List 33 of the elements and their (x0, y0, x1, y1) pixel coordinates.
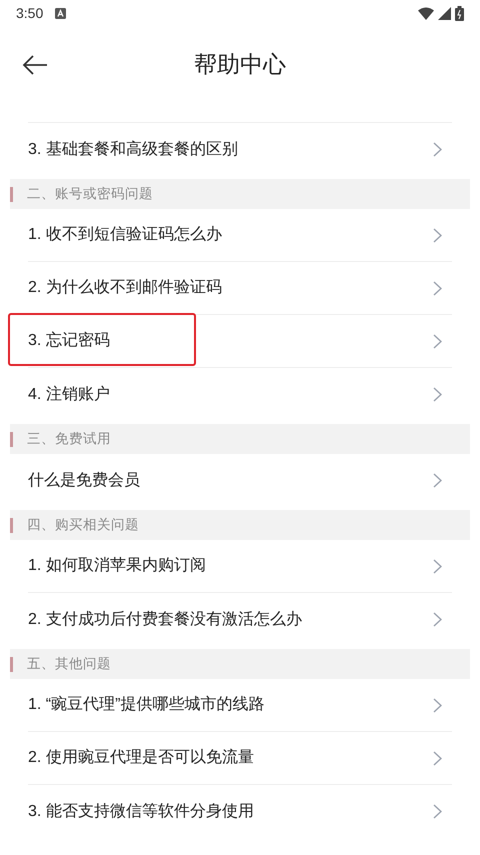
chevron-right-icon (433, 804, 442, 819)
faq-item-link[interactable]: 3. 基础套餐和高级套餐的区别 (28, 138, 238, 162)
chevron-right-icon (433, 750, 442, 766)
chevron-right-icon (433, 228, 442, 242)
faq-item-link[interactable]: 2. 支付成功后付费套餐没有激活怎么办 (28, 608, 302, 632)
faq-item-link[interactable]: 2. 为什么收不到邮件验证码 (28, 276, 222, 300)
section-title: 五、其他问题 (27, 654, 111, 673)
chevron-right-icon (433, 142, 442, 157)
chevron-right-icon (433, 612, 442, 627)
faq-item-link[interactable]: 4. 注销账户 (28, 382, 110, 406)
section-title: 二、账号或密码问题 (27, 184, 153, 203)
chevron-right-icon (433, 334, 442, 348)
notification-icon (55, 8, 66, 18)
chevron-right-icon (433, 387, 442, 402)
battery-icon (455, 6, 464, 20)
back-arrow-icon (22, 55, 48, 75)
chevron-right-icon (433, 473, 442, 488)
signal-icon (438, 6, 451, 20)
faq-item-link[interactable]: 3. 忘记密码 (28, 329, 110, 353)
wifi-icon (418, 6, 434, 20)
faq-item-link[interactable]: 1. 收不到短信验证码怎么办 (28, 223, 222, 247)
page-title: 帮助中心 (194, 50, 286, 79)
faq-item-link[interactable]: 什么是免费会员 (28, 468, 140, 492)
chevron-right-icon (433, 280, 442, 296)
faq-item-link[interactable]: 2. 使用豌豆代理是否可以免流量 (28, 746, 254, 770)
section-title: 四、购买相关问题 (27, 516, 139, 534)
faq-item-link[interactable]: 3. 能否支持微信等软件分身使用 (28, 800, 254, 824)
faq-item-link[interactable]: 1. 如何取消苹果内购订阅 (28, 554, 206, 578)
faq-item-link[interactable]: 1. “豌豆代理”提供哪些城市的线路 (28, 693, 264, 717)
chevron-right-icon (433, 558, 442, 574)
section-title: 三、免费试用 (27, 430, 111, 448)
chevron-right-icon (433, 698, 442, 712)
status-time: 3:50 (16, 4, 44, 22)
